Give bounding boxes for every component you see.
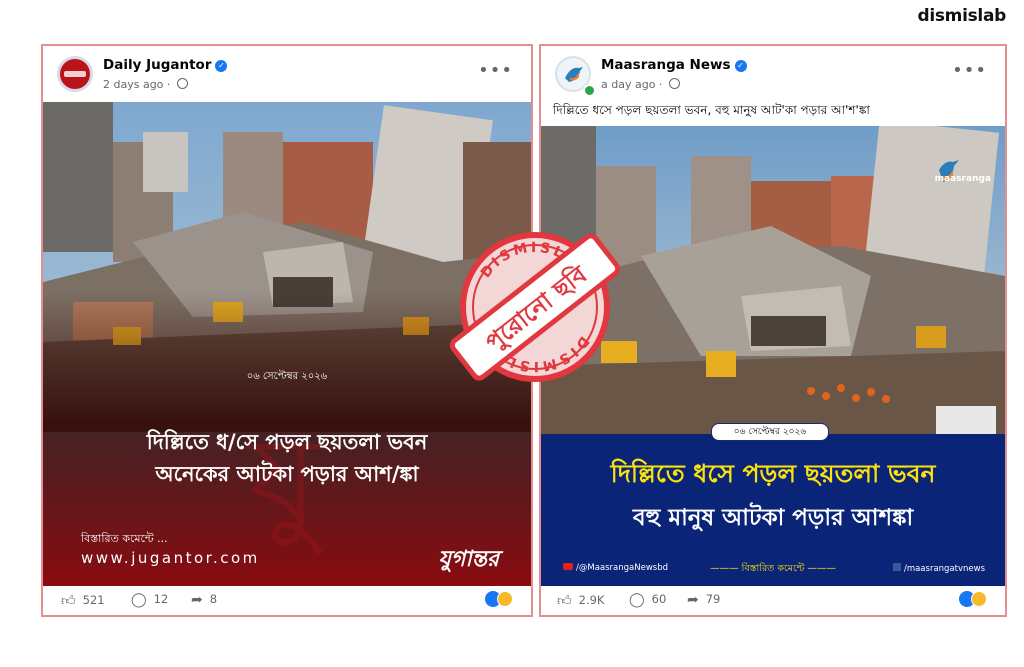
share-button[interactable]: ➦ 79 <box>687 592 720 608</box>
sad-reaction-icon <box>497 591 513 607</box>
reaction-summary[interactable] <box>485 591 517 607</box>
post-time[interactable]: 2 days ago · <box>103 78 188 91</box>
like-button[interactable]: 👍︎ 521 <box>61 592 105 609</box>
thumbs-up-icon: 👍︎ <box>61 593 76 609</box>
sad-reaction-icon <box>971 591 987 607</box>
like-button[interactable]: 👍︎ 2.9K <box>557 592 604 609</box>
stamp-graphic: DISMISLAB DISMISLAB পুরোনো ছবি <box>449 232 621 382</box>
comment-bubble-icon: ◯ <box>629 592 645 608</box>
post-footer: 👍︎ 521 ◯ 12 ➦ 8 <box>43 584 531 615</box>
share-arrow-icon: ➦ <box>191 592 203 608</box>
more-options-icon[interactable]: ••• <box>952 60 987 81</box>
old-photo-stamp: DISMISLAB DISMISLAB পুরোনো ছবি <box>440 222 630 392</box>
post-time[interactable]: a day ago · <box>601 78 680 91</box>
news-banner: দিল্লিতে ধসে পড়ল ছয়তলা ভবন বহু মানুষ আ… <box>541 434 1005 586</box>
post-header: Daily Jugantor ✓ 2 days ago · ••• <box>43 46 531 102</box>
avatar[interactable] <box>57 56 93 92</box>
verified-badge-icon: ✓ <box>734 60 747 72</box>
page-name[interactable]: Daily Jugantor ✓ <box>103 57 228 73</box>
post-header: Maasranga News ✓ a day ago · ••• <box>541 46 1005 102</box>
comment-bubble-icon: ◯ <box>131 592 147 608</box>
verified-badge-icon: ✓ <box>215 60 228 72</box>
thumbs-up-icon: 👍︎ <box>557 593 572 609</box>
image-details-text: বিস্তারিত কমেন্টে ... <box>81 532 168 545</box>
image-date: ০৬ সেপ্টেম্বর ২০২৬ <box>711 423 829 441</box>
globe-icon <box>176 78 188 89</box>
image-headline-line-1: দিল্লিতে ধ/সে পড়ল ছয়তলা ভবন <box>146 430 428 454</box>
reaction-summary[interactable] <box>959 591 991 607</box>
more-options-icon[interactable]: ••• <box>478 60 513 81</box>
globe-icon <box>668 78 680 89</box>
facebook-icon <box>892 563 901 571</box>
banner-footer: /@MaasrangaNewsbd ——— বিস্তারিত কমেন্টে … <box>541 560 1005 578</box>
post-caption: দিল্লিতে ধসে পড়ল ছয়তলা ভবন, বহু মানুষ … <box>553 103 870 117</box>
banner-headline-line-2: বহু মানুষ আটকা পড়ার আশঙ্কা <box>632 505 914 531</box>
banner-headline-line-1: দিল্লিতে ধসে পড়ল ছয়তলা ভবন <box>610 459 936 488</box>
facebook-handle: /maasrangatvnews <box>892 563 985 574</box>
comment-button[interactable]: ◯ 60 <box>629 592 666 608</box>
image-website: www.jugantor.com <box>81 549 260 567</box>
share-button[interactable]: ➦ 8 <box>191 592 217 608</box>
image-headline-line-2: অনেকের আটকা পড়ার আশ/ঙ্কা <box>155 462 419 486</box>
maasranga-watermark: maasranga <box>934 174 991 184</box>
comment-button[interactable]: ◯ 12 <box>131 592 168 608</box>
share-arrow-icon: ➦ <box>687 592 699 608</box>
page-name[interactable]: Maasranga News ✓ <box>601 57 747 73</box>
online-indicator <box>583 84 596 97</box>
jugantor-logo: যুগান্তর <box>438 547 499 572</box>
post-footer: 👍︎ 2.9K ◯ 60 ➦ 79 <box>541 584 1005 615</box>
dismislab-logo: dismislab <box>917 6 1006 26</box>
